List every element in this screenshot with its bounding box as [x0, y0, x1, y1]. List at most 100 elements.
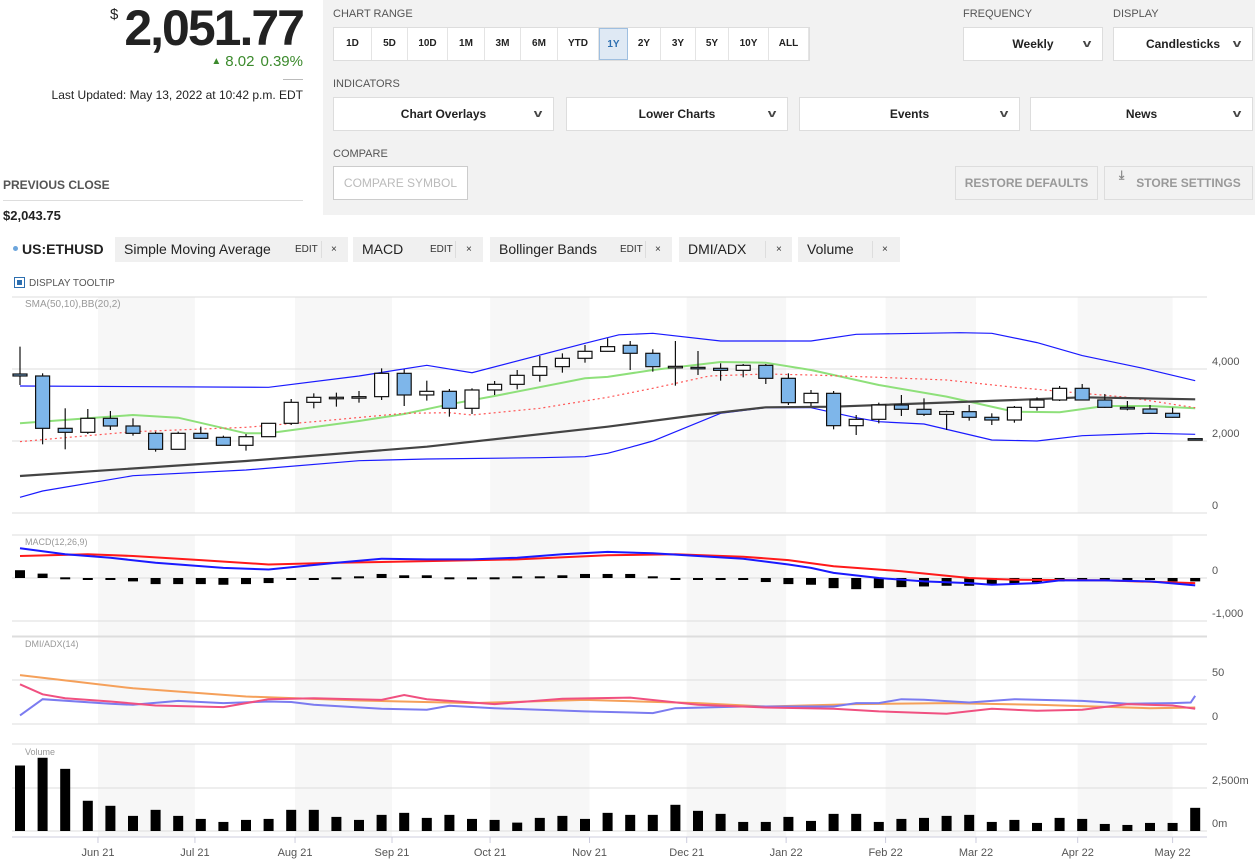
candle-down — [193, 432, 209, 439]
volume-bar — [1190, 807, 1201, 831]
month-band — [1077, 744, 1173, 837]
candle-up — [261, 422, 277, 438]
candle-up — [170, 432, 186, 450]
candle-down — [1074, 387, 1090, 401]
volume-bar — [534, 817, 545, 831]
candle-down — [780, 377, 797, 404]
candle-down — [645, 352, 661, 368]
volume-bar — [851, 813, 862, 831]
macd-histogram-bar — [1145, 578, 1155, 580]
macd-histogram-bar — [715, 578, 726, 580]
candle-up — [599, 346, 616, 352]
candle-up — [487, 383, 503, 391]
macd-histogram-bar — [399, 575, 410, 578]
macd-histogram-bar — [873, 578, 884, 589]
candle-up — [306, 396, 322, 403]
volume-bar — [964, 814, 975, 831]
macd-histogram-bar — [783, 578, 794, 585]
volume-bar — [1099, 823, 1110, 831]
volume-bar — [241, 819, 251, 831]
macd-histogram-bar — [602, 573, 613, 578]
candle-up — [532, 366, 548, 376]
x-tick-label: Oct 21 — [474, 847, 506, 859]
volume-bar — [399, 812, 410, 831]
volume-bar — [1009, 819, 1020, 831]
candle-down — [125, 425, 141, 434]
macd-histogram-bar — [851, 578, 862, 590]
volume-bar — [37, 757, 48, 831]
macd-histogram-bar — [964, 578, 975, 586]
macd-histogram-bar — [693, 578, 703, 580]
y-tick-label: 50 — [1212, 667, 1224, 679]
price-chart[interactable]: 4,000 2,000 0 0 -1,000 50 0 2,500m 0m SMA(50,10),… — [0, 0, 1255, 864]
macd-histogram-bar — [37, 573, 48, 578]
candle-down — [12, 373, 28, 377]
volume-bar — [580, 818, 590, 831]
macd-histogram-bar — [806, 578, 816, 585]
x-tick-label: Mar 22 — [959, 847, 993, 859]
volume-bar — [1032, 822, 1042, 831]
candle-up — [419, 390, 435, 396]
candle-down — [712, 367, 729, 371]
candle-up — [1006, 406, 1023, 421]
macd-histogram-bar — [421, 575, 432, 578]
candle-down — [396, 372, 412, 396]
macd-histogram-bar — [625, 573, 636, 578]
volume-bar — [60, 768, 71, 831]
volume-bar — [286, 809, 297, 831]
y-tick-label: -1,000 — [1212, 608, 1243, 620]
volume-bar — [263, 818, 274, 831]
candle-down — [1119, 406, 1136, 410]
candle-down — [441, 390, 457, 409]
y-tick-label: 4,000 — [1212, 356, 1240, 368]
x-tick-label: May 22 — [1155, 847, 1191, 859]
volume-bar — [557, 815, 568, 831]
volume-bar — [1167, 822, 1178, 831]
volume-bar — [354, 819, 364, 831]
candle-down — [893, 404, 910, 410]
volume-bar — [1122, 824, 1133, 831]
macd-histogram-bar — [195, 578, 206, 585]
candle-up — [1029, 399, 1045, 408]
candle-up — [374, 372, 390, 398]
macd-histogram-bar — [467, 577, 477, 580]
candle-up — [283, 401, 299, 424]
macd-histogram-bar — [1190, 578, 1201, 582]
macd-histogram-bar — [489, 577, 500, 580]
macd-histogram-bar — [150, 578, 161, 585]
volume-bar — [1054, 817, 1065, 831]
candle-up — [803, 392, 819, 404]
macd-histogram-bar — [557, 575, 568, 578]
volume-bar — [919, 817, 929, 831]
volume-bar — [195, 818, 206, 831]
macd-histogram-bar — [173, 578, 184, 585]
macd-panel-label: MACD(12,26,9) — [25, 537, 88, 547]
candle-down — [961, 411, 977, 418]
macd-histogram-bar — [828, 578, 839, 589]
macd-histogram-bar — [105, 578, 116, 580]
x-tick-label: Dec 21 — [669, 847, 704, 859]
x-tick-label: Aug 21 — [278, 847, 313, 859]
volume-bar — [105, 805, 116, 831]
volume-bar — [331, 816, 342, 831]
volume-bar — [738, 821, 749, 831]
volume-bar — [444, 814, 455, 831]
volume-bar — [670, 804, 681, 831]
candle-up — [351, 396, 367, 399]
macd-histogram-bar — [1167, 578, 1178, 582]
macd-histogram-bar — [580, 573, 590, 578]
volume-bar — [828, 813, 839, 831]
x-tick-label: Sep 21 — [375, 847, 410, 859]
volume-bar — [941, 815, 952, 831]
candle-down — [758, 364, 774, 379]
volume-bar — [421, 817, 432, 831]
volume-bar — [82, 800, 93, 831]
macd-histogram-bar — [128, 578, 138, 582]
month-band — [295, 297, 392, 513]
candle-down — [622, 344, 638, 354]
candle-down — [825, 392, 842, 427]
volume-bar — [376, 814, 387, 831]
candle-up — [238, 436, 254, 446]
candle-down — [916, 408, 932, 415]
month-band — [490, 297, 590, 513]
